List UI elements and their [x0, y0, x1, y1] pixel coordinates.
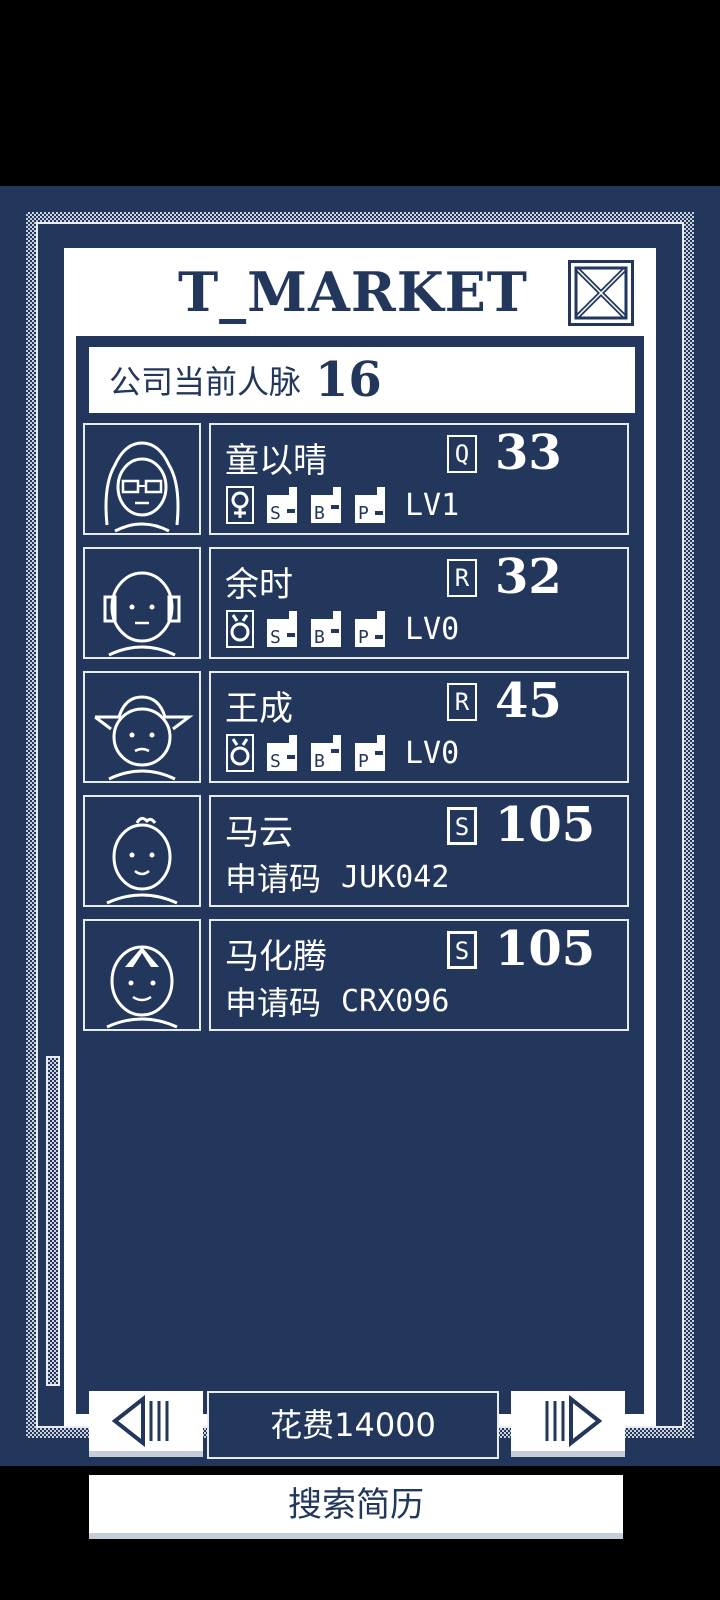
candidate-portrait [83, 795, 201, 907]
apply-code-value: JUK042 [341, 859, 450, 895]
candidate-info: 马化腾 S 105 申请码 CRX096 [209, 919, 629, 1031]
skill-b-icon: B [311, 487, 341, 524]
rank-badge: R [447, 559, 477, 597]
code-row: 申请码 JUK042 [225, 857, 450, 899]
candidate-info: 余时 R 32 S B P LV0 [209, 547, 629, 659]
candidate-info: 王成 R 45 S B P LV0 [209, 671, 629, 783]
panel-content: 公司当前人脉 16 童以晴 Q 33 S B P LV1 余时 R 32 S B… [76, 336, 644, 1539]
game-screen: T_MARKET 公司当前人脉 16 童以晴 Q 33 S B P LV1 余时… [0, 186, 720, 1539]
candidate-score: 32 [495, 549, 562, 605]
skill-s-icon: S [267, 487, 297, 524]
candidate-score: 33 [495, 425, 562, 481]
svg-text:B: B [314, 627, 325, 648]
code-row: 申请码 CRX096 [225, 981, 450, 1023]
skill-b-icon: B [311, 735, 341, 772]
girl-glasses-portrait-icon [104, 441, 180, 533]
svg-text:P: P [358, 751, 369, 772]
candidate-portrait [83, 671, 201, 783]
svg-text:B: B [314, 503, 325, 524]
close-x-icon [574, 266, 628, 320]
candidate-name: 余时 [225, 565, 293, 605]
candidate-score: 105 [495, 797, 596, 853]
candidate-level: LV0 [405, 611, 460, 647]
apply-code-label: 申请码 [225, 860, 322, 898]
skill-p-icon: P [355, 487, 385, 524]
search-cost: 花费14000 [207, 1391, 499, 1459]
candidate-info: 童以晴 Q 33 S B P LV1 [209, 423, 629, 535]
market-panel: T_MARKET 公司当前人脉 16 童以晴 Q 33 S B P LV1 余时… [64, 248, 656, 1539]
candidate-level: LV1 [405, 487, 460, 523]
candidate-name: 马化腾 [225, 937, 327, 977]
candidate-card[interactable]: 余时 R 32 S B P LV0 [83, 547, 635, 659]
skill-s-icon: S [267, 611, 297, 648]
apply-code-label: 申请码 [225, 984, 322, 1022]
man-parted-hair-portrait-icon [106, 945, 178, 1029]
candidate-card[interactable]: 马化腾 S 105 申请码 CRX096 [83, 919, 635, 1031]
male-icon [226, 610, 254, 648]
svg-text:B: B [314, 751, 325, 772]
rank-badge: S [447, 807, 477, 845]
rank-badge: S [447, 931, 477, 969]
candidate-card[interactable]: 马云 S 105 申请码 JUK042 [83, 795, 635, 907]
stats-row: S B P LV0 [225, 609, 459, 649]
male-icon [226, 734, 254, 772]
prev-page-icon [111, 1394, 169, 1448]
candidate-portrait [83, 919, 201, 1031]
rank-badge: Q [447, 435, 477, 473]
candidate-name: 童以晴 [225, 441, 327, 481]
skill-s-icon: S [267, 735, 297, 772]
candidate-portrait [83, 547, 201, 659]
candidate-card[interactable]: 王成 R 45 S B P LV0 [83, 671, 635, 783]
female-icon [226, 486, 254, 524]
bald-man-headphones-portrait-icon [103, 571, 181, 657]
network-value: 16 [315, 352, 382, 408]
candidate-card[interactable]: 童以晴 Q 33 S B P LV1 [83, 423, 635, 535]
candidate-name: 王成 [225, 689, 293, 729]
side-tab [46, 1056, 60, 1386]
candidate-level: LV0 [405, 735, 460, 771]
skill-p-icon: P [355, 735, 385, 772]
stats-row: S B P LV1 [225, 485, 459, 525]
man-tuft-portrait-icon [106, 816, 178, 905]
candidate-info: 马云 S 105 申请码 JUK042 [209, 795, 629, 907]
candidate-name: 马云 [225, 813, 293, 853]
svg-text:P: P [358, 627, 369, 648]
close-button[interactable] [568, 260, 634, 326]
stats-row: S B P LV0 [225, 733, 459, 773]
market-title: T_MARKET [177, 260, 528, 324]
skill-p-icon: P [355, 611, 385, 648]
next-page-icon [545, 1394, 603, 1448]
man-hair-portrait-icon [94, 695, 194, 781]
company-network: 公司当前人脉 16 [89, 347, 635, 413]
search-resume-button[interactable]: 搜索简历 [89, 1475, 623, 1539]
rank-badge: R [447, 683, 477, 721]
svg-text:S: S [270, 503, 281, 524]
svg-text:S: S [270, 751, 281, 772]
candidate-portrait [83, 423, 201, 535]
network-label: 公司当前人脉 [109, 363, 302, 401]
skill-b-icon: B [311, 611, 341, 648]
apply-code-value: CRX096 [341, 983, 450, 1019]
svg-text:P: P [358, 503, 369, 524]
next-page-button[interactable] [511, 1391, 625, 1457]
candidate-score: 45 [495, 673, 562, 729]
candidate-score: 105 [495, 921, 596, 977]
prev-page-button[interactable] [89, 1391, 203, 1457]
svg-text:S: S [270, 627, 281, 648]
